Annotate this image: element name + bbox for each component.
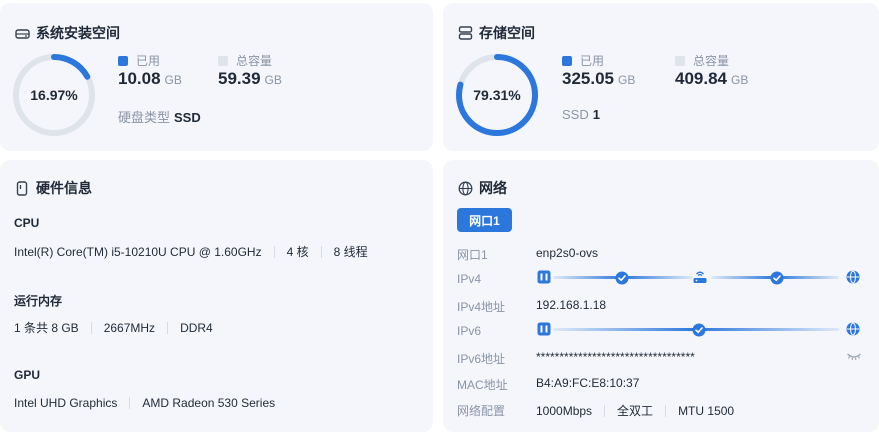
check-icon [615,271,629,285]
ssd-count: SSD 1 [562,107,600,122]
memory-speed: 2667MHz [103,320,156,335]
gpu-integrated: Intel UHD Graphics [14,396,118,410]
memory-info-row: 1 条共 8 GB 2667MHz DDR4 [14,319,213,336]
system-used-value: 10.08 GB [118,69,182,88]
cpu-heading: CPU [14,216,40,230]
memory-amount: 1 条共 8 GB [14,321,79,335]
ipv4-label: IPv4 [457,272,482,286]
divider [129,397,131,409]
storage-icon [457,25,473,41]
divider [273,245,275,258]
cpu-threads: 8 线程 [333,245,368,259]
divider [604,404,606,417]
mac-address-label: MAC地址 [457,378,508,392]
duplex-mode: 全双工 [617,404,654,418]
system-used-legend: 已用 [118,52,160,69]
hardware-title-text: 硬件信息 [36,180,92,196]
memory-type: DDR4 [180,320,213,335]
gpu-heading: GPU [14,368,41,382]
storage-title: 存储空间 [457,23,535,43]
system-storage-title-text: 系统安装空间 [36,25,120,41]
system-storage-title: 系统安装空间 [14,23,120,43]
ipv6-label: IPv6 [457,324,482,338]
storage-donut: 79.31% [455,53,539,137]
check-icon [770,271,784,285]
ipv6-address-value: ********************************** [536,350,695,364]
network-title: 网络 [457,178,507,198]
network-config-row: 1000Mbps 全双工 MTU 1500 [536,402,734,419]
check-icon [692,323,706,337]
tab-port-1[interactable]: 网口1 [457,208,512,232]
ipv4-address-value: 192.168.1.18 [536,298,607,312]
network-title-text: 网络 [479,180,507,196]
ipv4-address-label: IPv4地址 [457,300,506,314]
system-total-value: 59.39 GB [218,69,282,88]
divider [167,321,169,334]
router-icon [692,269,708,285]
cpu-model: Intel(R) Core(TM) i5-10210U CPU @ 1.60GH… [14,244,262,259]
ipv6-address-label: IPv6地址 [457,352,506,366]
device-icon [14,180,30,196]
mtu-value: MTU 1500 [678,403,735,418]
storage-total-value: 409.84 GB [675,69,749,88]
system-storage-card: 系统安装空间 16.97% 已用 总容量 10.08 GB 59.39 GB 硬盘类… [0,3,433,151]
port-label: 网口1 [457,248,488,262]
total-color-swatch [218,55,228,66]
port-value: enp2s0-ovs [536,246,599,260]
network-config-label: 网络配置 [457,404,506,418]
storage-total-legend: 总容量 [675,52,729,69]
storage-used-value: 325.05 GB [562,69,636,88]
system-total-legend: 总容量 [218,52,272,69]
storage-percent: 79.31% [473,87,521,103]
system-storage-percent: 16.97% [30,87,78,103]
cpu-cores: 4 核 [286,245,309,259]
gpu-discrete: AMD Radeon 530 Series [142,396,276,410]
memory-heading: 运行内存 [14,294,63,308]
used-color-swatch [118,55,128,66]
internet-globe-icon [846,270,860,284]
mac-address-value: B4:A9:FC:E8:10:37 [536,376,640,390]
internet-globe-icon [846,322,860,336]
divider [90,321,92,334]
eye-closed-icon[interactable] [846,350,862,362]
divider [665,404,667,417]
used-color-swatch [562,55,572,66]
storage-card: 存储空间 79.31% 已用 总容量 325.05 GB 409.84 GB SSD… [443,3,879,151]
port-icon [537,322,551,336]
divider [320,245,322,258]
storage-title-text: 存储空间 [479,25,535,41]
disk-type: 硬盘类型 SSD [118,110,201,125]
globe-icon [457,180,473,196]
port-icon [537,270,551,284]
hardware-card: 硬件信息 CPU Intel(R) Core(TM) i5-10210U CPU… [0,160,433,432]
cpu-info-row: Intel(R) Core(TM) i5-10210U CPU @ 1.60GH… [14,243,368,260]
network-card: 网络 网口1 网口1 enp2s0-ovs IPv4 IPv4地址 192.16… [443,160,879,432]
hardware-title: 硬件信息 [14,178,92,198]
system-storage-donut: 16.97% [12,53,96,137]
storage-used-legend: 已用 [562,52,604,69]
link-speed: 1000Mbps [536,403,593,418]
gpu-info-row: Intel UHD Graphics AMD Radeon 530 Series [14,396,275,410]
total-color-swatch [675,55,685,66]
hard-disk-icon [14,25,30,41]
